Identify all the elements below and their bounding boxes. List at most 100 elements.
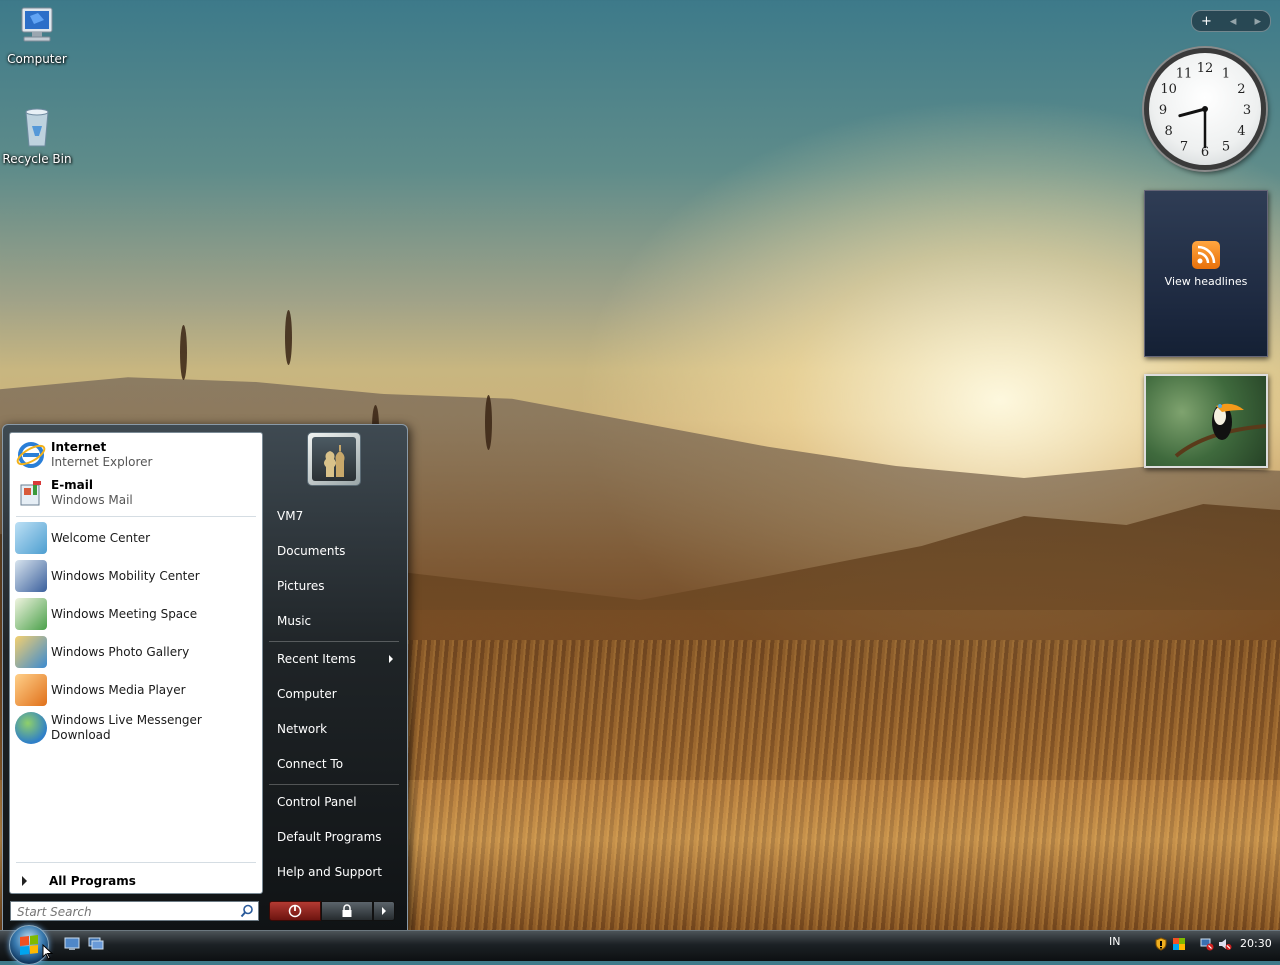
hour-hand xyxy=(1178,107,1207,118)
lock-button[interactable] xyxy=(321,901,373,921)
taskbar-clock[interactable]: 20:30 xyxy=(1240,937,1272,950)
media-player-icon xyxy=(15,674,47,706)
clock-numeral: 1 xyxy=(1222,67,1230,82)
desktop-icon-computer[interactable]: Computer xyxy=(0,4,74,66)
photo-gallery-icon xyxy=(15,636,47,668)
mobility-center-icon xyxy=(15,560,47,592)
slideshow-gadget[interactable] xyxy=(1144,374,1268,468)
pinned-windows-mail[interactable]: E-mail Windows Mail xyxy=(12,475,258,511)
menu-recent-items[interactable]: Recent Items xyxy=(271,644,399,674)
wallpaper-stalk xyxy=(485,395,492,450)
program-windows-mobility-center[interactable]: Windows Mobility Center xyxy=(12,558,258,594)
language-indicator[interactable]: IN xyxy=(1109,935,1120,948)
security-shield-icon[interactable] xyxy=(1154,937,1168,951)
program-windows-meeting-space[interactable]: Windows Meeting Space xyxy=(12,596,258,632)
clock-numeral: 8 xyxy=(1164,124,1172,139)
start-search-box[interactable] xyxy=(10,901,259,921)
mouse-cursor-icon xyxy=(42,944,54,960)
chess-pieces-picture xyxy=(324,445,345,477)
divider xyxy=(16,516,256,517)
power-icon xyxy=(288,904,302,918)
program-label: Windows Meeting Space xyxy=(51,606,198,621)
pinned-subtitle: Windows Mail xyxy=(51,493,133,507)
menu-computer[interactable]: Computer xyxy=(271,679,399,709)
power-controls xyxy=(269,901,395,921)
program-label: Windows Mobility Center xyxy=(51,568,200,583)
welcome-center-icon xyxy=(15,522,47,554)
recycle-bin-icon xyxy=(14,104,60,150)
clock-numeral: 7 xyxy=(1180,139,1188,154)
windows-mail-icon xyxy=(15,477,47,509)
sidebar-controls: + ◂ ▸ xyxy=(1191,10,1271,32)
program-windows-live-messenger-download[interactable]: Windows Live Messenger Download xyxy=(12,710,258,746)
lock-icon xyxy=(342,904,352,917)
divider xyxy=(16,862,256,863)
divider xyxy=(269,784,399,785)
start-search-input[interactable] xyxy=(15,903,229,921)
menu-documents[interactable]: Documents xyxy=(271,536,399,566)
show-desktop-icon[interactable] xyxy=(64,937,80,951)
clock-face: 12 1234567891011 xyxy=(1159,61,1251,160)
internet-explorer-icon xyxy=(15,439,47,471)
next-gadget-button[interactable]: ▸ xyxy=(1254,14,1261,29)
meeting-space-icon xyxy=(15,598,47,630)
clock-numeral: 12 xyxy=(1197,61,1214,76)
clock-numeral: 10 xyxy=(1160,82,1177,97)
program-label: Windows Media Player xyxy=(51,682,186,697)
taskbar xyxy=(0,930,1280,961)
feed-headlines-gadget[interactable]: View headlines xyxy=(1144,190,1268,357)
messenger-icon xyxy=(15,712,47,744)
rss-icon xyxy=(1192,241,1220,269)
wallpaper-grass xyxy=(380,640,1280,930)
program-windows-photo-gallery[interactable]: Windows Photo Gallery xyxy=(12,634,258,670)
desktop-icon-label: Computer xyxy=(7,52,67,66)
feed-label: View headlines xyxy=(1164,275,1248,288)
pinned-title: E-mail xyxy=(51,478,94,492)
clock-numeral: 4 xyxy=(1237,124,1245,139)
power-button[interactable] xyxy=(269,901,321,921)
program-label: Windows Photo Gallery xyxy=(51,644,190,659)
program-windows-media-player[interactable]: Windows Media Player xyxy=(12,672,258,708)
clock-numeral: 3 xyxy=(1243,103,1251,118)
toucan-photo xyxy=(1174,403,1266,458)
clock-numeral: 9 xyxy=(1159,103,1167,118)
shutdown-options-button[interactable] xyxy=(373,901,395,921)
prev-gadget-button[interactable]: ◂ xyxy=(1230,14,1237,29)
menu-connect-to[interactable]: Connect To xyxy=(271,749,399,779)
desktop-icon-recycle-bin[interactable]: Recycle Bin xyxy=(0,104,74,166)
menu-default-programs[interactable]: Default Programs xyxy=(271,822,399,852)
menu-user-folder[interactable]: VM7 xyxy=(271,501,399,531)
volume-muted-icon[interactable] xyxy=(1218,937,1232,951)
all-programs-label: All Programs xyxy=(49,874,136,888)
divider xyxy=(269,641,399,642)
clock-numeral: 2 xyxy=(1237,82,1245,97)
wallpaper-stalk xyxy=(285,310,292,365)
menu-control-panel[interactable]: Control Panel xyxy=(271,787,399,817)
menu-help-and-support[interactable]: Help and Support xyxy=(271,857,399,887)
menu-network[interactable]: Network xyxy=(271,714,399,744)
network-disconnected-icon[interactable] xyxy=(1200,937,1214,951)
wallpaper-stalk xyxy=(180,325,187,380)
clock-gadget[interactable]: 12 1 2 3 4 5 6 7 8 9 10 11 xyxy=(1144,48,1266,170)
all-programs-button[interactable]: All Programs xyxy=(12,871,258,891)
chevron-right-icon xyxy=(382,907,386,915)
windows-defender-icon[interactable] xyxy=(1172,937,1186,951)
program-label: Windows Live Messenger Download xyxy=(51,713,202,742)
add-gadget-button[interactable]: + xyxy=(1201,14,1212,29)
program-label: Welcome Center xyxy=(51,530,151,545)
pinned-internet-explorer[interactable]: Internet Internet Explorer xyxy=(12,437,258,473)
arrow-right-icon xyxy=(22,876,27,886)
menu-music[interactable]: Music xyxy=(271,606,399,636)
clock-center-pin xyxy=(1202,106,1208,112)
pinned-subtitle: Internet Explorer xyxy=(51,455,153,469)
search-icon[interactable] xyxy=(240,904,254,918)
user-avatar[interactable] xyxy=(307,432,361,486)
desktop-icon-label: Recycle Bin xyxy=(2,152,72,166)
computer-icon xyxy=(14,4,60,50)
program-welcome-center[interactable]: Welcome Center xyxy=(12,520,258,556)
arrow-right-icon xyxy=(389,655,393,663)
switch-windows-icon[interactable] xyxy=(88,937,104,951)
clock-numeral: 5 xyxy=(1222,139,1230,154)
menu-label: Recent Items xyxy=(277,652,356,666)
menu-pictures[interactable]: Pictures xyxy=(271,571,399,601)
